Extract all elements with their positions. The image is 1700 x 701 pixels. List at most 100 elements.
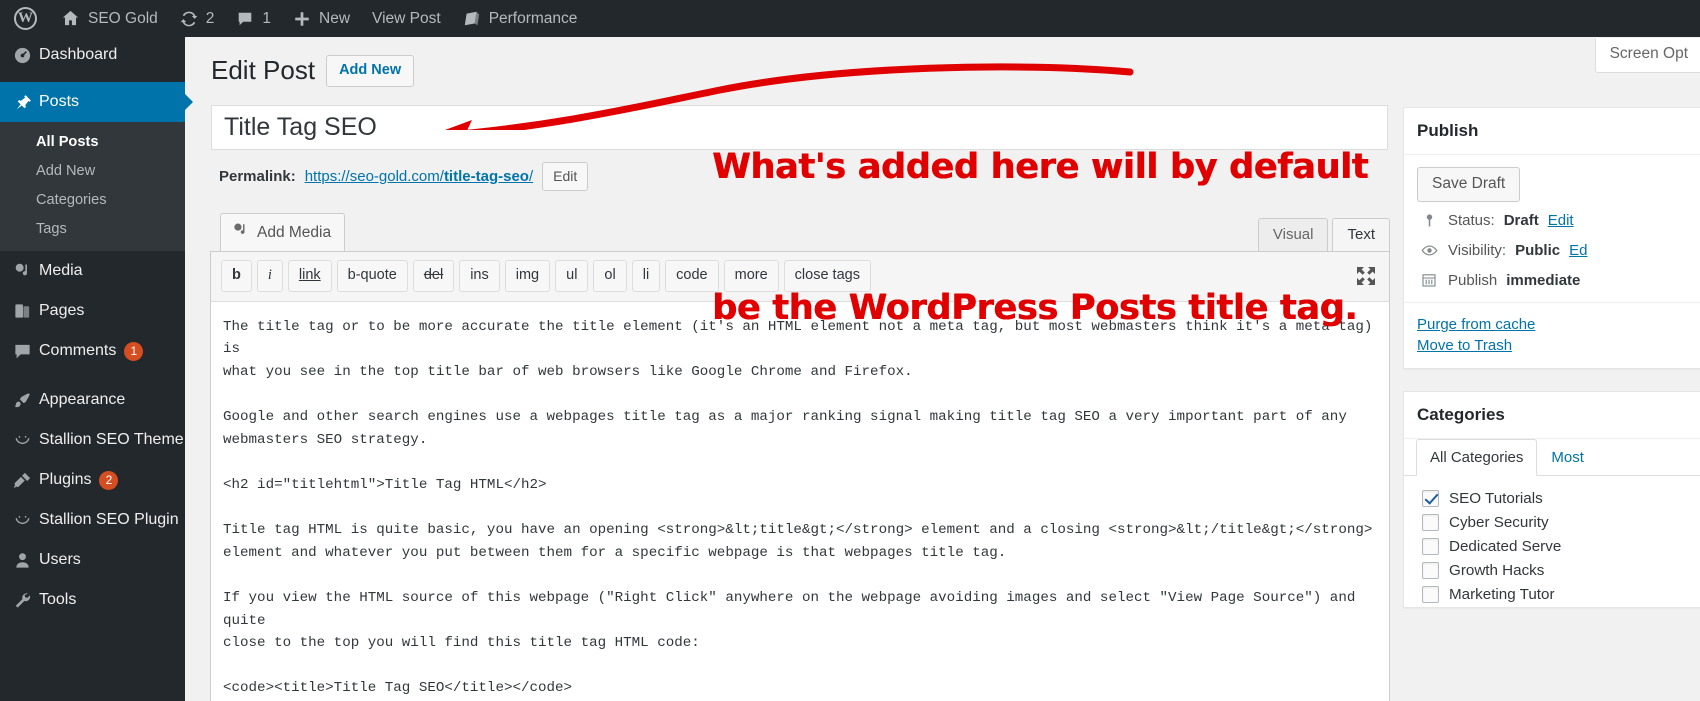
category-checkbox[interactable] bbox=[1422, 585, 1439, 603]
sidebar-subitem-add-new[interactable]: Add New bbox=[0, 157, 185, 186]
sidebar-item-users[interactable]: Users bbox=[0, 540, 185, 580]
publish-box-heading: Publish bbox=[1404, 108, 1700, 155]
admin-bar-wp-logo[interactable]: W bbox=[0, 0, 50, 37]
quicktag-img[interactable]: img bbox=[504, 260, 551, 292]
admin-bar-comments[interactable]: 1 bbox=[225, 0, 282, 37]
sidebar-item-plugins[interactable]: Plugins 2 bbox=[0, 460, 185, 500]
wordpress-icon: W bbox=[14, 7, 37, 30]
sidebar-item-stallion-seo-theme[interactable]: Stallion SEO Theme bbox=[0, 420, 185, 460]
admin-bar-updates[interactable]: 2 bbox=[169, 0, 226, 37]
purge-cache-link[interactable]: Purge from cache bbox=[1417, 314, 1689, 335]
status-edit-link[interactable]: Edit bbox=[1548, 212, 1574, 229]
quicktag-code[interactable]: code bbox=[665, 260, 719, 292]
sidebar-label-pages: Pages bbox=[39, 302, 85, 319]
admin-bar: W SEO Gold 2 1 New View Post Performance bbox=[0, 0, 1700, 37]
quicktag-li[interactable]: li bbox=[631, 260, 661, 292]
annotation-line-1: What's added here will by default bbox=[712, 147, 1369, 187]
editor-sidebar: Publish Save Draft Status: Draft Edit Vi… bbox=[1403, 107, 1700, 630]
category-item[interactable]: Marketing Tutor bbox=[1422, 583, 1700, 607]
dashboard-icon bbox=[13, 46, 39, 65]
sidebar-item-dashboard[interactable]: Dashboard bbox=[0, 37, 185, 73]
category-item[interactable]: Dedicated Serve bbox=[1422, 535, 1700, 559]
plus-icon bbox=[293, 10, 311, 28]
categories-box-heading: Categories bbox=[1404, 392, 1700, 439]
sidebar-item-comments[interactable]: Comments 1 bbox=[0, 331, 185, 371]
category-label: Marketing Tutor bbox=[1449, 585, 1555, 603]
quicktag-b[interactable]: b bbox=[221, 260, 252, 292]
add-new-button[interactable]: Add New bbox=[326, 55, 415, 87]
publish-value: immediate bbox=[1506, 271, 1581, 289]
admin-bar-new-label: New bbox=[319, 9, 351, 27]
wrench-icon bbox=[13, 591, 39, 610]
sidebar-item-posts[interactable]: Posts bbox=[0, 82, 193, 122]
category-checkbox[interactable] bbox=[1422, 489, 1439, 507]
quicktag-i[interactable]: i bbox=[256, 260, 283, 292]
admin-bar-performance[interactable]: Performance bbox=[452, 0, 589, 37]
admin-bar-site-label: SEO Gold bbox=[88, 9, 158, 27]
admin-bar-comments-count: 1 bbox=[262, 9, 272, 27]
category-item[interactable]: Growth Hacks bbox=[1422, 559, 1700, 583]
sidebar-label-posts: Posts bbox=[39, 93, 80, 110]
sidebar-label-tools: Tools bbox=[39, 591, 77, 608]
add-media-button[interactable]: Add Media bbox=[220, 213, 346, 253]
status-row: Status: Draft Edit bbox=[1417, 202, 1689, 232]
category-checkbox[interactable] bbox=[1422, 513, 1439, 531]
permalink-link[interactable]: https://seo-gold.com/title-tag-seo/ bbox=[305, 168, 533, 185]
tab-most-used[interactable]: Most bbox=[1537, 439, 1598, 476]
permalink-edit-button[interactable]: Edit bbox=[542, 161, 589, 191]
status-value: Draft bbox=[1503, 211, 1539, 229]
annotation-line-2: be the WordPress Posts title tag. bbox=[712, 288, 1358, 328]
smiley-icon bbox=[13, 431, 39, 450]
quicktag-ol[interactable]: ol bbox=[593, 260, 627, 292]
sidebar-badge-comments: 1 bbox=[124, 341, 144, 361]
page-title: Edit Post bbox=[211, 55, 316, 86]
admin-bar-site-name[interactable]: SEO Gold bbox=[50, 0, 169, 37]
sidebar-label-media: Media bbox=[39, 262, 83, 279]
quicktag-b-quote[interactable]: b-quote bbox=[336, 260, 408, 292]
sidebar-item-appearance[interactable]: Appearance bbox=[0, 380, 185, 420]
plugin-icon bbox=[13, 471, 39, 490]
categories-tabs: All Categories Most bbox=[1404, 438, 1700, 476]
publish-time-row: Publish immediate bbox=[1417, 262, 1689, 292]
media-icon bbox=[13, 262, 39, 281]
sidebar-item-media[interactable]: Media bbox=[0, 251, 185, 291]
category-item[interactable]: Cyber Security bbox=[1422, 511, 1700, 535]
sidebar-label-appearance: Appearance bbox=[39, 391, 126, 408]
brush-icon bbox=[13, 391, 39, 410]
category-label: Growth Hacks bbox=[1449, 561, 1545, 579]
sidebar-item-tools[interactable]: Tools bbox=[0, 580, 185, 620]
category-checkbox[interactable] bbox=[1422, 537, 1439, 555]
pages-icon bbox=[13, 302, 39, 321]
admin-bar-view-post[interactable]: View Post bbox=[361, 0, 452, 37]
add-media-label: Add Media bbox=[257, 223, 332, 241]
sidebar-item-pages[interactable]: Pages bbox=[0, 291, 185, 331]
admin-bar-performance-label: Performance bbox=[488, 9, 578, 27]
wordpress-admin-screen: W SEO Gold 2 1 New View Post Performance… bbox=[0, 0, 1700, 701]
tab-all-categories[interactable]: All Categories bbox=[1416, 438, 1538, 476]
publish-label: Publish bbox=[1448, 271, 1498, 289]
category-item[interactable]: SEO Tutorials bbox=[1422, 487, 1700, 511]
visibility-edit-link[interactable]: Ed bbox=[1569, 242, 1587, 259]
quicktag-ul[interactable]: ul bbox=[555, 260, 589, 292]
move-to-trash-link[interactable]: Move to Trash bbox=[1417, 335, 1689, 356]
admin-bar-view-post-label: View Post bbox=[372, 9, 441, 27]
category-checkbox[interactable] bbox=[1422, 561, 1439, 579]
visibility-label: Visibility: bbox=[1448, 241, 1507, 259]
category-label: Dedicated Serve bbox=[1449, 537, 1562, 555]
screen-options-tab[interactable]: Screen Opt bbox=[1594, 38, 1700, 73]
sidebar-subitem-all-posts[interactable]: All Posts bbox=[0, 128, 185, 157]
categories-list: SEO Tutorials Cyber Security Dedicated S… bbox=[1404, 476, 1700, 607]
sidebar-subitem-categories[interactable]: Categories bbox=[0, 186, 185, 215]
quicktag-link[interactable]: link bbox=[287, 260, 332, 292]
quicktag-del[interactable]: del bbox=[412, 260, 455, 292]
visibility-row: Visibility: Public Ed bbox=[1417, 232, 1689, 262]
sidebar-subitem-tags[interactable]: Tags bbox=[0, 215, 185, 244]
quicktag-ins[interactable]: ins bbox=[459, 260, 500, 292]
sidebar-separator-1 bbox=[0, 73, 185, 82]
screen-options-label: Screen Opt bbox=[1609, 45, 1688, 62]
sidebar-item-stallion-seo-plugin[interactable]: Stallion SEO Plugin bbox=[0, 500, 185, 540]
admin-bar-new-content[interactable]: New bbox=[282, 0, 361, 37]
save-draft-button[interactable]: Save Draft bbox=[1417, 167, 1521, 202]
admin-bar-updates-count: 2 bbox=[205, 9, 215, 27]
publish-box-footer: Purge from cache Move to Trash bbox=[1404, 301, 1700, 368]
